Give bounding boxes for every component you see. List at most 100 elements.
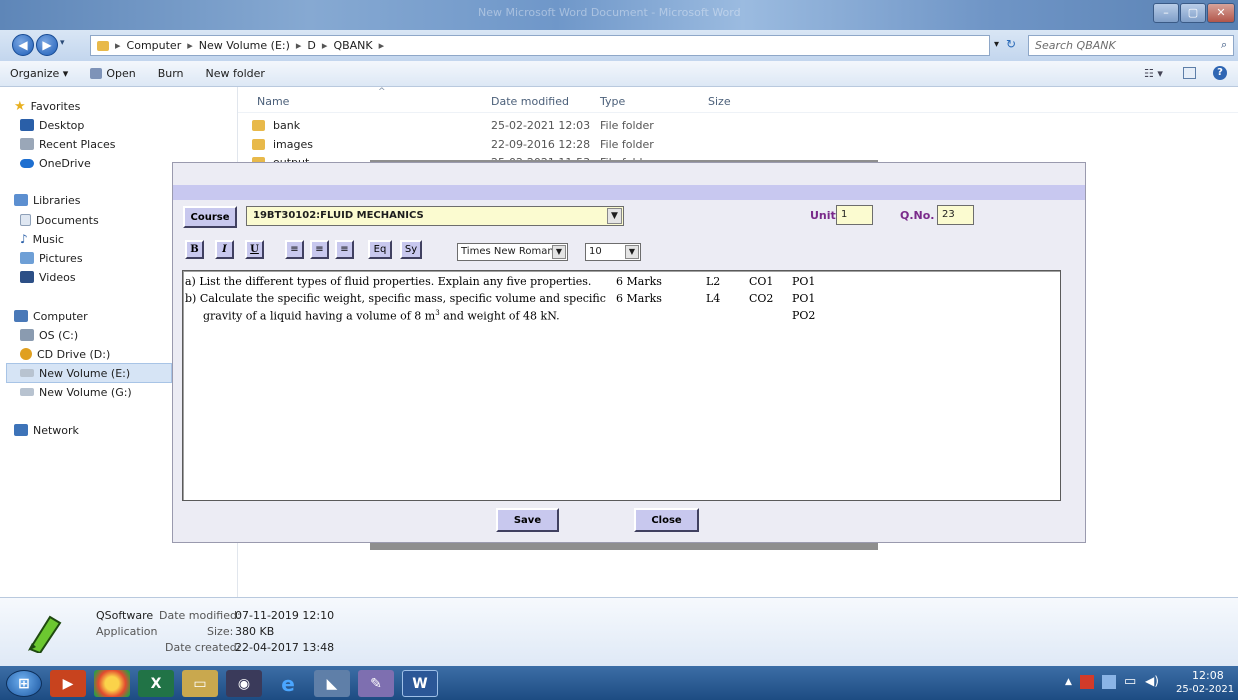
new-folder-button[interactable]: New folder	[206, 67, 265, 80]
italic-button[interactable]: I	[215, 240, 234, 259]
nav-new-volume-e[interactable]: New Volume (E:)	[6, 363, 172, 383]
chevron-right-icon: ▸	[321, 39, 328, 52]
clock-time[interactable]: 12:08	[1192, 669, 1224, 682]
open-icon	[90, 68, 103, 79]
column-type[interactable]: Type	[600, 95, 625, 108]
nav-libraries[interactable]: Libraries	[14, 191, 81, 209]
course-button[interactable]: Course	[183, 206, 237, 228]
forward-button[interactable]: ▶	[36, 34, 58, 56]
taskbar-media-player-icon[interactable]: ▶	[50, 670, 86, 697]
recent-pages-dropdown[interactable]: ▾	[60, 38, 65, 48]
action-center-icon[interactable]	[1080, 675, 1094, 689]
search-input[interactable]: Search QBANK	[1028, 35, 1234, 56]
nav-videos[interactable]: Videos	[20, 268, 76, 286]
taskbar-excel-icon[interactable]: X	[138, 670, 174, 697]
documents-icon	[20, 214, 31, 226]
align-left-button[interactable]: ≡	[285, 240, 304, 259]
qno-input[interactable]: 23	[937, 205, 974, 225]
nav-label: Computer	[33, 309, 88, 323]
taskbar-app-icon[interactable]: ◉	[226, 670, 262, 697]
breadcrumb-volume-e[interactable]: New Volume (E:)	[199, 39, 290, 52]
details-created-label: Date created:	[165, 641, 241, 654]
nav-documents[interactable]: Documents	[20, 211, 99, 229]
drive-icon	[20, 388, 34, 396]
nav-cd-drive[interactable]: CD Drive (D:)	[20, 345, 110, 363]
nav-recent-places[interactable]: Recent Places	[20, 135, 116, 153]
nav-new-volume-g[interactable]: New Volume (G:)	[20, 383, 132, 401]
unit-input[interactable]: 1	[836, 205, 873, 225]
column-name[interactable]: Name	[257, 95, 289, 108]
drive-icon	[20, 369, 34, 377]
bold-button[interactable]: B	[185, 240, 204, 259]
address-dropdown-button[interactable]: ▾	[994, 39, 999, 50]
nav-pictures[interactable]: Pictures	[20, 249, 83, 267]
nav-label: CD Drive (D:)	[37, 347, 111, 361]
align-center-button[interactable]: ≡	[310, 240, 329, 259]
po-b: PO1	[792, 292, 816, 305]
taskbar-explorer-icon[interactable]: ▭	[182, 670, 218, 697]
taskbar-word-icon[interactable]: W	[402, 670, 438, 697]
taskbar-ie-icon[interactable]: e	[270, 670, 306, 697]
nav-onedrive[interactable]: OneDrive	[20, 154, 91, 172]
font-size-select[interactable]: 10 ▼	[585, 243, 641, 261]
taskbar-photo-icon[interactable]: ◣	[314, 670, 350, 697]
preview-pane-icon[interactable]	[1183, 67, 1196, 79]
nav-label: Recent Places	[39, 137, 116, 151]
chevron-down-icon[interactable]: ▼	[607, 208, 622, 224]
underline-button[interactable]: U	[245, 240, 264, 259]
nav-label: Pictures	[39, 251, 83, 265]
search-icon[interactable]: ⌕	[1221, 38, 1227, 52]
maximize-button[interactable]: ▢	[1180, 3, 1206, 23]
volume-icon[interactable]: ◀)	[1145, 674, 1159, 688]
font-family-select[interactable]: Times New Roman ▼	[457, 243, 568, 261]
nav-favorites[interactable]: ★ Favorites	[14, 97, 80, 115]
network-tray-icon[interactable]	[1102, 675, 1116, 689]
taskbar: ⊞ ▶ X ▭ ◉ e ◣ ✎ W ▲ ▭ ◀) 12:08 25-02-202…	[0, 666, 1238, 700]
po-b-2: PO2	[792, 309, 816, 322]
battery-icon[interactable]: ▭	[1124, 674, 1136, 689]
symbol-button[interactable]: Sy	[400, 240, 422, 259]
nav-label: Videos	[39, 270, 76, 284]
back-button[interactable]: ◀	[12, 34, 34, 56]
taskbar-paint-icon[interactable]: ✎	[358, 670, 394, 697]
nav-os-c[interactable]: OS (C:)	[20, 326, 78, 344]
chevron-down-icon[interactable]: ▼	[552, 245, 566, 259]
column-size[interactable]: Size	[708, 95, 731, 108]
organize-button[interactable]: Organize ▾	[10, 67, 68, 80]
nav-network[interactable]: Network	[14, 421, 79, 439]
show-hidden-icons[interactable]: ▲	[1065, 677, 1072, 687]
burn-button[interactable]: Burn	[158, 67, 184, 80]
application-icon	[22, 609, 66, 655]
nav-music[interactable]: ♪ Music	[20, 230, 64, 248]
clock-date[interactable]: 25-02-2021	[1176, 684, 1234, 695]
start-button[interactable]: ⊞	[6, 670, 42, 697]
breadcrumb-qbank[interactable]: QBANK	[333, 39, 372, 52]
minimize-button[interactable]: –	[1153, 3, 1179, 23]
question-text-editor[interactable]: a) List the different types of fluid pro…	[182, 270, 1061, 501]
file-date: 22-09-2016 12:28	[491, 138, 591, 151]
question-line-a: a) List the different types of fluid pro…	[185, 275, 592, 288]
equation-button[interactable]: Eq	[368, 240, 392, 259]
file-row[interactable]: bank 25-02-2021 12:03 File folder	[252, 118, 672, 136]
view-options-icon[interactable]: ☷ ▾	[1144, 67, 1163, 80]
taskbar-chrome-icon[interactable]	[94, 670, 130, 697]
chevron-down-icon[interactable]: ▼	[625, 245, 639, 259]
close-button[interactable]: Close	[634, 508, 699, 532]
close-window-button[interactable]: ✕	[1207, 3, 1235, 23]
help-icon[interactable]: ?	[1213, 66, 1227, 80]
details-created-value: 22-04-2017 13:48	[235, 641, 335, 654]
address-bar[interactable]: ▸ Computer ▸ New Volume (E:) ▸ D ▸ QBANK…	[90, 35, 990, 56]
details-date-label: Date modified:	[159, 609, 241, 622]
column-date-modified[interactable]: Date modified	[491, 95, 569, 108]
open-button[interactable]: Open	[90, 67, 136, 80]
align-right-button[interactable]: ≡	[335, 240, 354, 259]
window-title: New Microsoft Word Document - Microsoft …	[478, 6, 741, 19]
save-button[interactable]: Save	[496, 508, 559, 532]
refresh-icon[interactable]: ↻	[1006, 37, 1016, 51]
breadcrumb-computer[interactable]: Computer	[127, 39, 182, 52]
breadcrumb-d[interactable]: D	[307, 39, 315, 52]
nav-desktop[interactable]: Desktop	[20, 116, 84, 134]
nav-computer[interactable]: Computer	[14, 307, 88, 325]
course-select[interactable]: 19BT30102:FLUID MECHANICS ▼	[246, 206, 624, 226]
file-row[interactable]: images 22-09-2016 12:28 File folder	[252, 137, 672, 155]
